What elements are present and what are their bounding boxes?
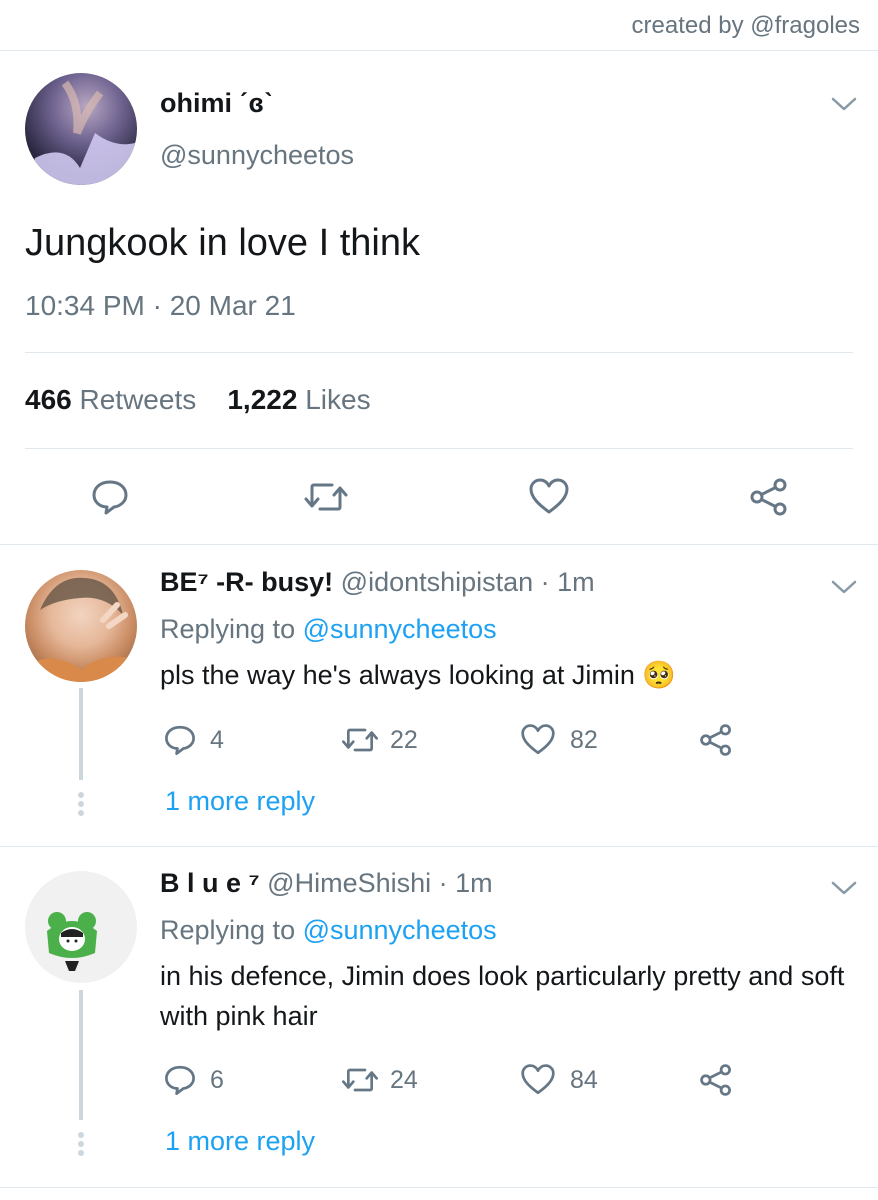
main-tweet-display-name[interactable]: ohimi ˊɞˋ bbox=[160, 88, 273, 119]
reply-1-more-reply-link[interactable]: 1 more reply bbox=[165, 786, 315, 817]
replying-prefix: Replying to bbox=[160, 614, 303, 644]
avatar-image bbox=[25, 577, 137, 682]
main-tweet-timestamp[interactable]: 10:34 PM · 20 Mar 21 bbox=[25, 290, 296, 322]
retweets-count[interactable]: 466 bbox=[25, 384, 72, 415]
share-nodes-icon bbox=[700, 1064, 731, 1096]
speech-bubble-icon bbox=[92, 480, 128, 515]
main-tweet-bottom-divider bbox=[0, 544, 878, 545]
likes-count[interactable]: 1,222 bbox=[227, 384, 297, 415]
reply-1-share-button[interactable] bbox=[698, 723, 734, 757]
share-nodes-icon bbox=[700, 724, 731, 756]
likes-label[interactable]: Likes bbox=[305, 384, 370, 415]
reply-1-retweet-count: 22 bbox=[390, 726, 418, 754]
reply-1-text: pls the way he's always looking at Jimin… bbox=[160, 660, 676, 690]
reply-2-more-reply-link[interactable]: 1 more reply bbox=[165, 1126, 315, 1157]
thread-dot bbox=[78, 792, 84, 798]
stats-bottom-divider bbox=[25, 448, 853, 449]
reply-1-avatar[interactable] bbox=[25, 570, 137, 682]
reply-1-like-button[interactable] bbox=[520, 723, 556, 757]
share-nodes-icon bbox=[750, 478, 787, 516]
reply-1-replying-to: Replying to @sunnycheetos bbox=[160, 614, 497, 645]
credit-text: created by @fragoles bbox=[631, 12, 860, 39]
main-tweet-text: Jungkook in love I think bbox=[25, 222, 421, 264]
reply-1-header: BE⁷ -R- busy! @idontshipistan · 1m bbox=[160, 567, 595, 598]
replying-prefix: Replying to bbox=[160, 915, 303, 945]
reply-2-avatar[interactable] bbox=[25, 871, 137, 983]
reply-2-replying-to: Replying to @sunnycheetos bbox=[160, 915, 497, 946]
replying-to-link[interactable]: @sunnycheetos bbox=[303, 915, 497, 945]
main-tweet-avatar[interactable] bbox=[25, 73, 137, 185]
like-button[interactable] bbox=[528, 477, 570, 517]
retweet-arrows-icon bbox=[342, 1068, 378, 1092]
retweet-arrows-icon bbox=[304, 483, 348, 511]
reply-1-thread-line bbox=[79, 688, 83, 780]
reply-1-reply-count: 4 bbox=[210, 726, 224, 754]
reply-1-like-count: 82 bbox=[570, 726, 598, 754]
reply-2-retweet-count: 24 bbox=[390, 1066, 418, 1094]
reply-2-like-count: 84 bbox=[570, 1066, 598, 1094]
reply-2-handle[interactable]: @HimeShishi · 1m bbox=[267, 868, 492, 898]
retweet-arrows-icon bbox=[342, 728, 378, 752]
retweet-button[interactable] bbox=[302, 477, 350, 517]
thread-dot bbox=[78, 1141, 84, 1147]
replying-to-link[interactable]: @sunnycheetos bbox=[303, 614, 497, 644]
reply-1-retweet-button[interactable] bbox=[340, 723, 380, 757]
reply-1-display-name[interactable]: BE⁷ -R- busy! bbox=[160, 567, 333, 597]
reply-1-menu-chevron-down-icon[interactable] bbox=[830, 578, 858, 596]
avatar-image bbox=[25, 80, 137, 185]
reply-2-text: in his defence, Jimin does look particul… bbox=[160, 961, 845, 1031]
thread-dot bbox=[78, 1132, 84, 1138]
reply-2-reply-count: 6 bbox=[210, 1066, 224, 1094]
retweets-label[interactable]: Retweets bbox=[80, 384, 197, 415]
heart-icon bbox=[529, 478, 569, 514]
speech-bubble-icon bbox=[165, 725, 195, 755]
reply-1-handle[interactable]: @idontshipistan · 1m bbox=[341, 567, 595, 597]
reply-2-thread-line bbox=[79, 990, 83, 1120]
reply-2-like-button[interactable] bbox=[520, 1063, 556, 1097]
thread-dot bbox=[78, 810, 84, 816]
main-tweet-menu-chevron-down-icon[interactable] bbox=[830, 95, 858, 113]
reply-2-header: B l u e ⁷ @HimeShishi · 1m bbox=[160, 868, 493, 899]
share-button[interactable] bbox=[748, 477, 790, 517]
reply-2-retweet-button[interactable] bbox=[340, 1063, 380, 1097]
thread-dot bbox=[78, 1150, 84, 1156]
avatar-image bbox=[47, 912, 97, 971]
reply-2-menu-chevron-down-icon[interactable] bbox=[830, 879, 858, 897]
stats-top-divider bbox=[25, 352, 853, 353]
speech-bubble-icon bbox=[165, 1065, 195, 1095]
reply-2-bottom-divider bbox=[0, 1187, 878, 1188]
reply-1-bottom-divider bbox=[0, 846, 878, 847]
reply-2-share-button[interactable] bbox=[698, 1063, 734, 1097]
reply-2-display-name[interactable]: B l u e ⁷ bbox=[160, 868, 260, 898]
main-tweet-handle[interactable]: @sunnycheetos bbox=[160, 140, 354, 171]
reply-2-reply-button[interactable] bbox=[163, 1063, 197, 1097]
heart-icon bbox=[521, 1064, 555, 1095]
heart-icon bbox=[521, 724, 555, 755]
thread-dot bbox=[78, 801, 84, 807]
reply-1-reply-button[interactable] bbox=[163, 723, 197, 757]
tweet-stats: 466 Retweets 1,222 Likes bbox=[25, 384, 371, 416]
reply-button[interactable] bbox=[90, 477, 130, 517]
top-divider bbox=[0, 50, 878, 51]
